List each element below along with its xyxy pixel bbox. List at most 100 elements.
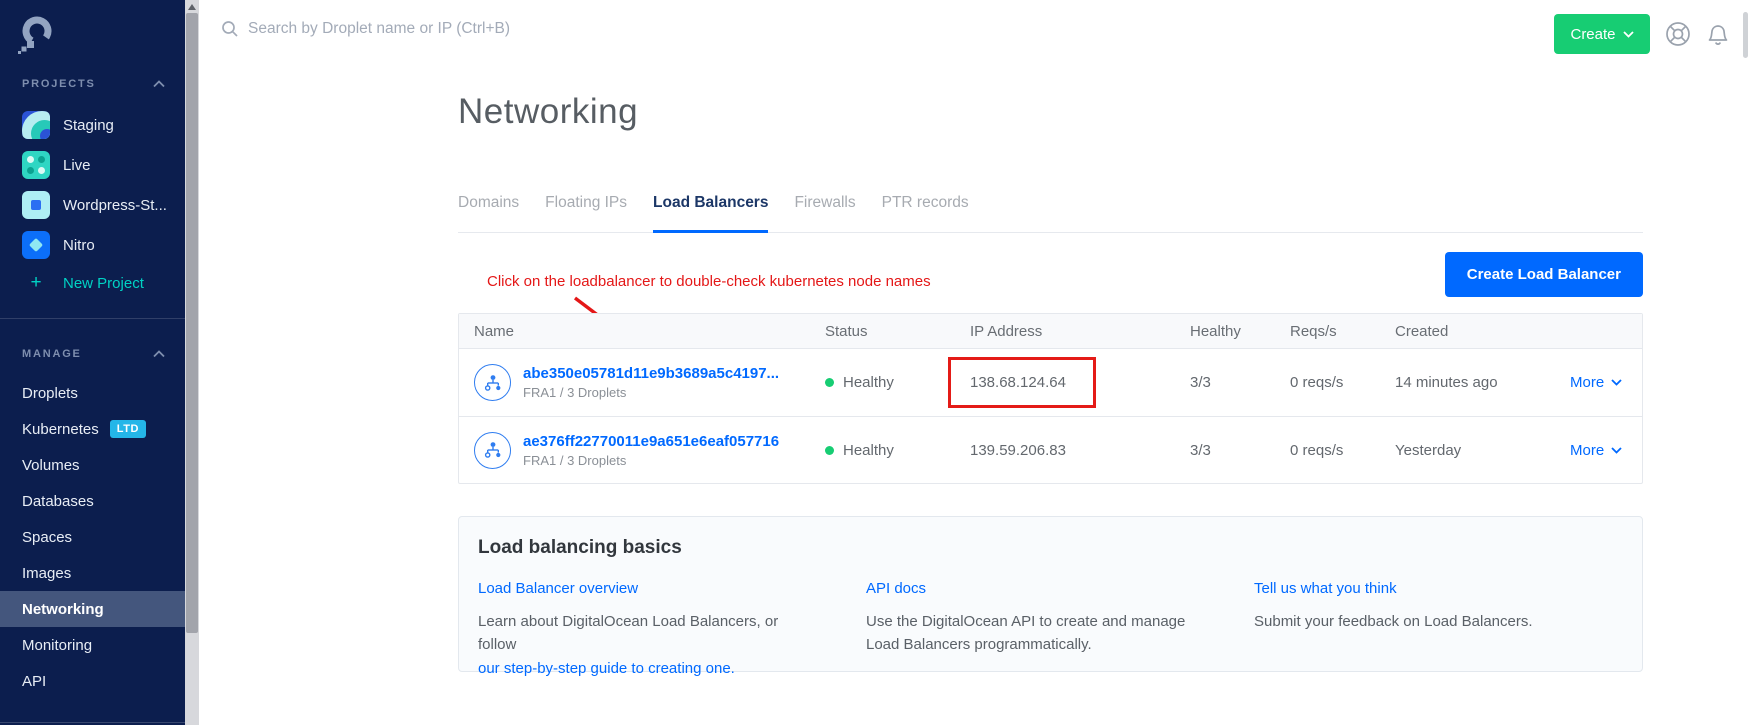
tab-domains[interactable]: Domains [458, 193, 519, 232]
search-input[interactable] [248, 20, 668, 38]
chevron-up-icon [153, 350, 165, 358]
page-title: Networking [458, 92, 638, 132]
status-label: Healthy [843, 442, 894, 459]
sidebar-divider [0, 318, 185, 319]
more-menu-button[interactable]: More [1556, 374, 1648, 391]
table-row[interactable]: ae376ff22770011e9a651e6eaf057716 FRA1 / … [459, 416, 1642, 483]
created-time: Yesterday [1381, 442, 1556, 459]
requests-per-second: 0 reqs/s [1276, 442, 1381, 459]
load-balancer-table: Name Status IP Address Healthy Reqs/s Cr… [458, 313, 1643, 484]
scrollbar-up-arrow[interactable] [188, 4, 196, 10]
manage-item-label: Droplets [22, 385, 78, 402]
chevron-up-icon [153, 80, 165, 88]
projects-list: Staging Live Wordpress-St... Nitro [0, 105, 185, 265]
tab-floating-ips[interactable]: Floating IPs [545, 193, 627, 232]
sidebar-item-images[interactable]: Images [0, 555, 185, 591]
ip-address: 138.68.124.64 [970, 374, 1066, 391]
basics-title: Load balancing basics [478, 537, 1622, 559]
sidebar-item-databases[interactable]: Databases [0, 483, 185, 519]
col-header-created: Created [1381, 323, 1556, 340]
col-header-healthy: Healthy [1176, 323, 1276, 340]
sidebar-item-spaces[interactable]: Spaces [0, 519, 185, 555]
basics-column-feedback: Tell us what you think Submit your feedb… [1254, 580, 1622, 680]
project-label: Wordpress-St... [63, 197, 167, 214]
create-button-label: Create [1570, 26, 1615, 43]
basics-text: Learn about DigitalOcean Load Balancers,… [478, 613, 778, 653]
manage-item-label: Images [22, 565, 71, 582]
sidebar-item-monitoring[interactable]: Monitoring [0, 627, 185, 663]
create-load-balancer-button[interactable]: Create Load Balancer [1445, 252, 1643, 297]
table-row[interactable]: abe350e05781d11e9b3689a5c4197... FRA1 / … [459, 349, 1642, 416]
tab-ptr-records[interactable]: PTR records [882, 193, 969, 232]
digitalocean-logo-icon[interactable] [18, 16, 54, 54]
sidebar-item-droplets[interactable]: Droplets [0, 375, 185, 411]
projects-label: PROJECTS [22, 78, 96, 90]
page-scrollbar-thumb[interactable] [1743, 12, 1748, 58]
load-balancer-name-link[interactable]: abe350e05781d11e9b3689a5c4197... [523, 365, 779, 382]
more-menu-button[interactable]: More [1556, 442, 1648, 459]
load-balancer-icon [474, 364, 511, 401]
sidebar-item-api[interactable]: API [0, 663, 185, 699]
sidebar-item-wordpress[interactable]: Wordpress-St... [0, 185, 185, 225]
project-icon-staging [22, 111, 50, 139]
manage-section-header[interactable]: MANAGE [0, 342, 185, 366]
project-label: Staging [63, 117, 114, 134]
project-icon-nitro [22, 231, 50, 259]
sidebar-item-live[interactable]: Live [0, 145, 185, 185]
plus-icon: + [22, 272, 50, 294]
manage-item-label: Networking [22, 601, 104, 618]
project-icon-wordpress [22, 191, 50, 219]
created-time: 14 minutes ago [1381, 374, 1556, 391]
manage-item-label: Volumes [22, 457, 80, 474]
basics-column-overview: Load Balancer overview Learn about Digit… [478, 580, 866, 680]
project-icon-live [22, 151, 50, 179]
sidebar-item-kubernetes[interactable]: Kubernetes LTD [0, 411, 185, 447]
col-header-name: Name [459, 323, 811, 340]
manage-item-label: Databases [22, 493, 94, 510]
api-docs-link[interactable]: API docs [866, 580, 926, 597]
new-project-button[interactable]: + New Project [0, 265, 185, 301]
create-button[interactable]: Create [1554, 14, 1650, 54]
col-header-ip: IP Address [956, 323, 1176, 340]
more-label: More [1570, 442, 1604, 459]
ltd-badge: LTD [110, 420, 146, 438]
step-by-step-guide-link[interactable]: our step-by-step guide to creating one. [478, 660, 735, 677]
sidebar-item-staging[interactable]: Staging [0, 105, 185, 145]
scrollbar-thumb[interactable] [186, 13, 198, 633]
sidebar-scrollbar[interactable] [185, 0, 199, 725]
sidebar-item-nitro[interactable]: Nitro [0, 225, 185, 265]
table-header-row: Name Status IP Address Healthy Reqs/s Cr… [459, 314, 1642, 349]
load-balancer-name-link[interactable]: ae376ff22770011e9a651e6eaf057716 [523, 433, 779, 450]
manage-list: Droplets Kubernetes LTD Volumes Database… [0, 375, 185, 699]
new-project-label: New Project [63, 275, 144, 292]
feedback-link[interactable]: Tell us what you think [1254, 580, 1397, 597]
manage-item-label: API [22, 673, 46, 690]
basics-text: Use the DigitalOcean API to create and m… [866, 610, 1196, 657]
load-balancer-overview-link[interactable]: Load Balancer overview [478, 580, 638, 597]
chevron-down-icon [1623, 31, 1634, 38]
tab-load-balancers[interactable]: Load Balancers [653, 193, 768, 232]
sidebar-item-networking[interactable]: Networking [0, 591, 185, 627]
projects-section-header[interactable]: PROJECTS [0, 72, 185, 96]
help-icon[interactable] [1664, 20, 1692, 48]
notifications-bell-icon[interactable] [1704, 20, 1732, 48]
status-label: Healthy [843, 374, 894, 391]
load-balancer-subtext: FRA1 / 3 Droplets [523, 385, 779, 400]
chevron-down-icon [1611, 447, 1622, 454]
project-label: Live [63, 157, 91, 174]
sidebar: PROJECTS Staging Live Wordpress-St... Ni… [0, 0, 185, 725]
healthy-count: 3/3 [1176, 374, 1276, 391]
project-label: Nitro [63, 237, 95, 254]
search-icon [221, 20, 239, 38]
chevron-down-icon [1611, 379, 1622, 386]
manage-item-label: Monitoring [22, 637, 92, 654]
annotation-text: Click on the loadbalancer to double-chec… [487, 273, 931, 290]
tab-firewalls[interactable]: Firewalls [794, 193, 855, 232]
load-balancer-icon [474, 432, 511, 469]
basics-text: Submit your feedback on Load Balancers. [1254, 610, 1584, 633]
col-header-reqs: Reqs/s [1276, 323, 1381, 340]
basics-column-api: API docs Use the DigitalOcean API to cre… [866, 580, 1254, 680]
main-content: Networking Domains Floating IPs Load Bal… [458, 62, 1643, 725]
requests-per-second: 0 reqs/s [1276, 374, 1381, 391]
sidebar-item-volumes[interactable]: Volumes [0, 447, 185, 483]
